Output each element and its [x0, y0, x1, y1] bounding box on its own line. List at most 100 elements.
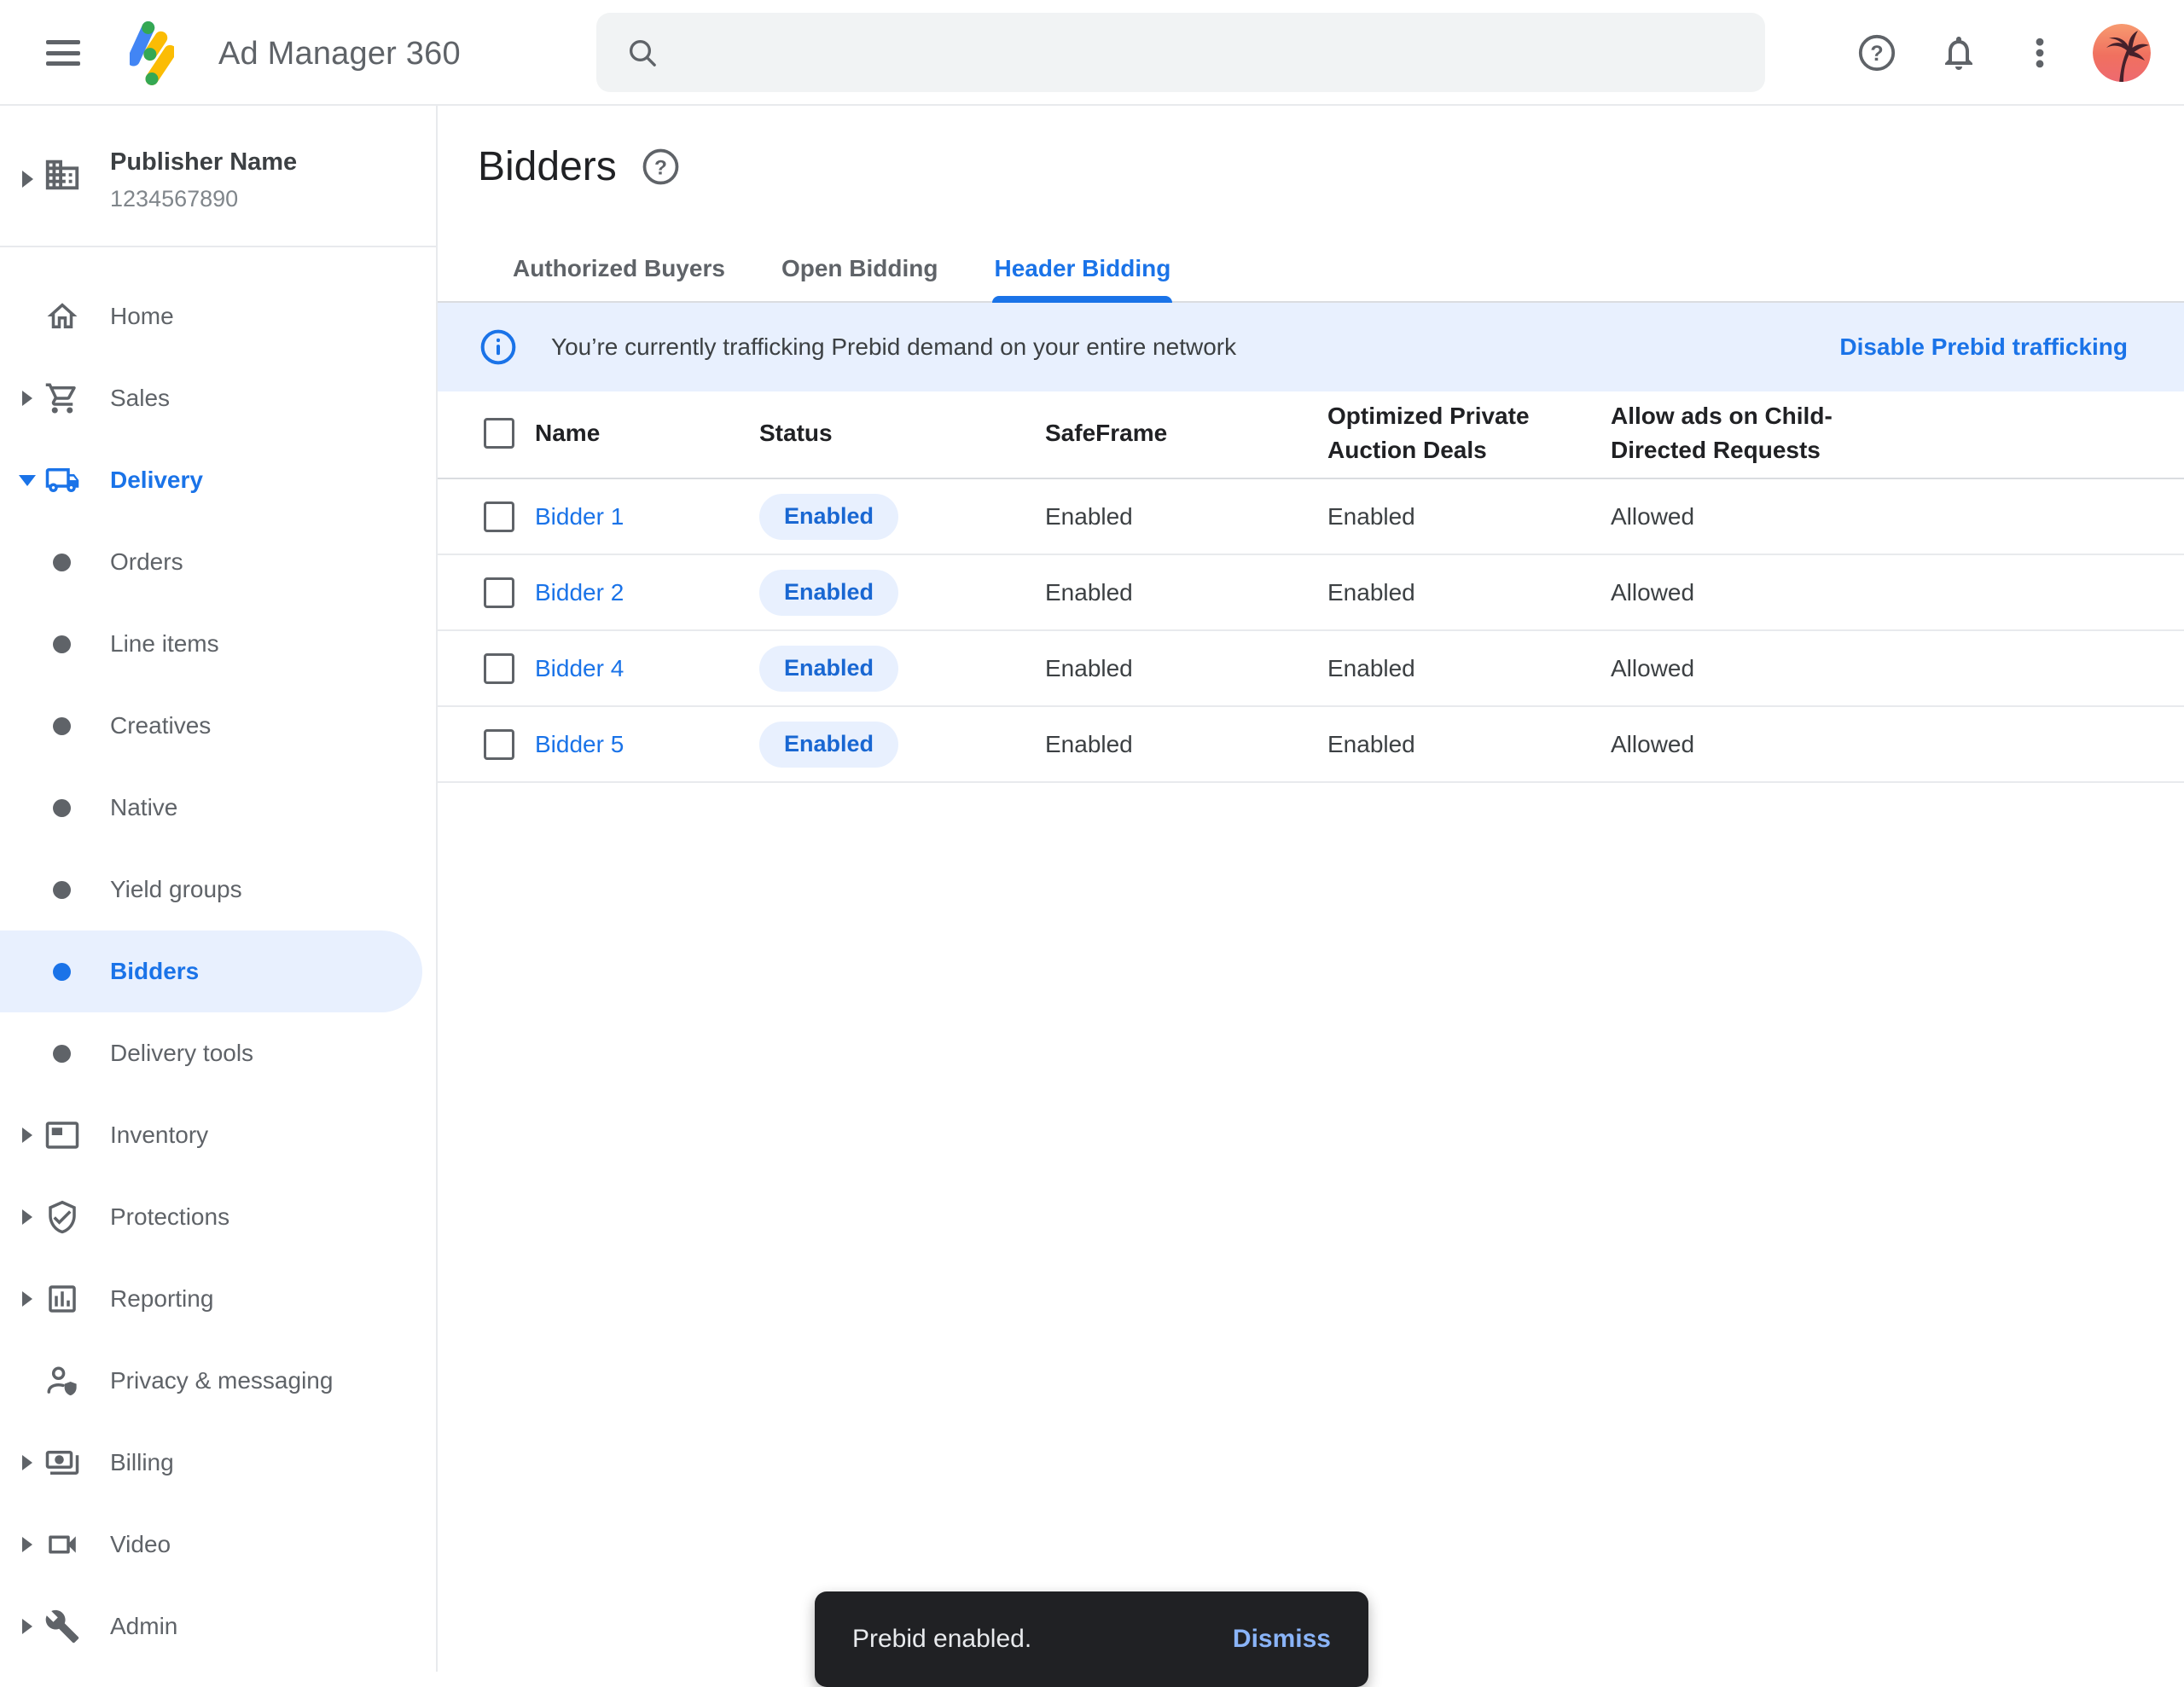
sidebar-item-label: Line items: [110, 630, 219, 658]
snackbar-toast: Prebid enabled. Dismiss: [815, 1591, 1368, 1687]
chevron-right-icon: [22, 1291, 32, 1307]
row-checkbox[interactable]: [484, 729, 514, 760]
status-badge: Enabled: [759, 494, 898, 540]
tab-open-bidding[interactable]: Open Bidding: [781, 236, 938, 301]
table-header: Name Status SafeFrame Optimized Private …: [438, 388, 2184, 479]
column-header-opad: Optimized Private Auction Deals: [1327, 399, 1611, 467]
kebab-menu-icon[interactable]: [2013, 26, 2067, 80]
sidebar-item-orders[interactable]: Orders: [0, 521, 436, 603]
bidder-link[interactable]: Bidder 4: [535, 655, 624, 681]
safeframe-cell: Enabled: [1045, 503, 1327, 530]
hamburger-icon[interactable]: [46, 40, 80, 66]
sidebar-item-label: Admin: [110, 1613, 177, 1640]
sidebar-item-bidders[interactable]: Bidders: [0, 930, 422, 1012]
banner-message: You’re currently trafficking Prebid dema…: [551, 333, 1236, 361]
avatar-palm-tree[interactable]: [2093, 24, 2151, 82]
help-icon[interactable]: ?: [641, 147, 681, 187]
page-title: Bidders: [478, 143, 617, 190]
bullet-icon: [53, 799, 71, 817]
dismiss-button[interactable]: Dismiss: [1233, 1625, 1331, 1654]
table-row: Bidder 2 Enabled Enabled Enabled Allowed: [438, 555, 2184, 631]
chevron-down-icon: [19, 475, 36, 486]
sidebar-item-home[interactable]: Home: [0, 275, 436, 357]
column-header-safeframe: SafeFrame: [1045, 416, 1327, 450]
publisher-switcher[interactable]: Publisher Name 1234567890: [0, 106, 436, 247]
prebid-info-banner: You’re currently trafficking Prebid dema…: [438, 303, 2184, 391]
safeframe-cell: Enabled: [1045, 655, 1327, 682]
row-checkbox[interactable]: [484, 653, 514, 684]
table-row: Bidder 4 Enabled Enabled Enabled Allowed: [438, 631, 2184, 707]
bullet-icon: [53, 1045, 71, 1063]
sidebar-item-protections[interactable]: Protections: [0, 1176, 436, 1258]
sidebar-item-label: Video: [110, 1531, 171, 1558]
publisher-name: Publisher Name: [110, 148, 297, 177]
bidder-link[interactable]: Bidder 2: [535, 579, 624, 606]
chevron-right-icon: [22, 391, 32, 406]
bidder-link[interactable]: Bidder 1: [535, 503, 624, 530]
opad-cell: Enabled: [1327, 655, 1611, 682]
row-checkbox[interactable]: [484, 577, 514, 608]
sidebar-item-reporting[interactable]: Reporting: [0, 1258, 436, 1340]
sidebar-item-video[interactable]: Video: [0, 1504, 436, 1586]
sidebar-item-delivery[interactable]: Delivery: [0, 439, 436, 521]
search-input[interactable]: [683, 38, 1765, 67]
svg-text:?: ?: [654, 157, 667, 180]
chevron-right-icon: [22, 1537, 32, 1552]
status-badge: Enabled: [759, 722, 898, 768]
shield-check-icon: [44, 1199, 80, 1235]
sidebar-item-label: Billing: [110, 1449, 174, 1476]
sidebar-item-privacy-messaging[interactable]: Privacy & messaging: [0, 1340, 436, 1422]
app-title: Ad Manager 360: [218, 36, 461, 72]
bell-icon[interactable]: [1931, 26, 1986, 80]
child-directed-cell: Allowed: [1611, 503, 2184, 530]
column-header-status: Status: [759, 416, 1045, 450]
sidebar-item-label: Orders: [110, 548, 183, 576]
safeframe-cell: Enabled: [1045, 579, 1327, 606]
sidebar-item-native[interactable]: Native: [0, 767, 436, 849]
tab-authorized-buyers[interactable]: Authorized Buyers: [513, 236, 725, 301]
chevron-right-icon: [22, 1619, 32, 1634]
videocam-icon: [44, 1527, 80, 1562]
disable-prebid-trafficking-link[interactable]: Disable Prebid trafficking: [1839, 333, 2128, 361]
sidebar-item-creatives[interactable]: Creatives: [0, 685, 436, 767]
bullet-icon: [53, 717, 71, 735]
sidebar-item-admin[interactable]: Admin: [0, 1586, 436, 1667]
tab-header-bidding[interactable]: Header Bidding: [994, 236, 1170, 301]
search-bar[interactable]: [596, 13, 1765, 92]
sidebar-item-label: Inventory: [110, 1122, 208, 1149]
table-row: Bidder 1 Enabled Enabled Enabled Allowed: [438, 479, 2184, 555]
bullet-icon: [53, 554, 71, 571]
sidebar-item-label: Delivery tools: [110, 1040, 253, 1067]
child-directed-cell: Allowed: [1611, 655, 2184, 682]
row-checkbox[interactable]: [484, 501, 514, 532]
bullet-icon: [53, 635, 71, 653]
sidebar-item-label: Protections: [110, 1203, 229, 1231]
sidebar-item-sales[interactable]: Sales: [0, 357, 436, 439]
sidebar-item-label: Sales: [110, 385, 170, 412]
chevron-right-icon: [22, 171, 33, 188]
sidebar-item-label: Delivery: [110, 467, 203, 494]
sidebar-item-billing[interactable]: Billing: [0, 1422, 436, 1504]
person-shield-icon: [44, 1363, 80, 1399]
opad-cell: Enabled: [1327, 579, 1611, 606]
svg-text:?: ?: [1870, 42, 1883, 66]
page-title-row: Bidders ?: [478, 143, 681, 190]
sidebar-item-delivery-tools[interactable]: Delivery tools: [0, 1012, 436, 1094]
sidebar-item-label: Bidders: [110, 958, 199, 985]
sidebar-item-label: Reporting: [110, 1285, 213, 1313]
toast-message: Prebid enabled.: [852, 1625, 1031, 1654]
sidebar-item-label: Home: [110, 303, 174, 330]
status-badge: Enabled: [759, 570, 898, 616]
select-all-checkbox[interactable]: [484, 418, 514, 449]
bullet-icon: [53, 881, 71, 899]
sidebar-item-label: Native: [110, 794, 177, 821]
help-button[interactable]: ?: [1850, 26, 1904, 80]
chevron-right-icon: [22, 1455, 32, 1470]
bidder-link[interactable]: Bidder 5: [535, 731, 624, 757]
sidebar-item-line-items[interactable]: Line items: [0, 603, 436, 685]
sidebar-item-inventory[interactable]: Inventory: [0, 1094, 436, 1176]
bullet-icon: [53, 963, 71, 981]
display-icon: [44, 1117, 80, 1153]
child-directed-cell: Allowed: [1611, 731, 2184, 758]
sidebar-item-yield-groups[interactable]: Yield groups: [0, 849, 436, 930]
